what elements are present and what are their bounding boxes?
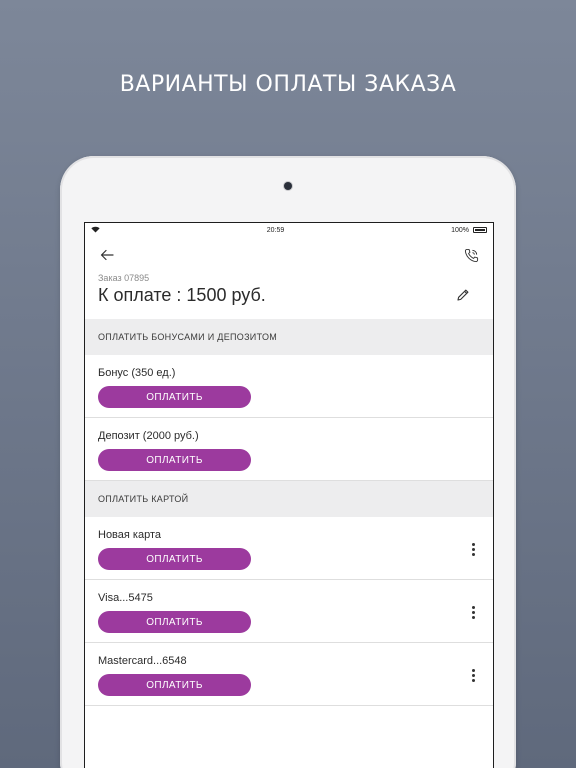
battery-percent: 100% [451,226,469,234]
pay-button[interactable]: ОПЛАТИТЬ [98,449,251,471]
phone-icon[interactable] [459,243,483,267]
order-header: Заказ 07895 К оплате : 1500 руб. [85,273,493,319]
section-header: ОПЛАТИТЬ БОНУСАМИ И ДЕПОЗИТОМ [85,319,493,355]
payment-option: Бонус (350 ед.) ОПЛАТИТЬ [85,355,493,418]
more-vertical-icon[interactable] [465,667,481,683]
pencil-icon[interactable] [451,283,475,307]
more-vertical-icon[interactable] [465,541,481,557]
status-time: 20:59 [266,226,285,234]
dot [471,552,475,556]
payment-option-label: Mastercard...6548 [98,655,187,667]
page-headline: ВАРИАНТЫ ОПЛАТЫ ЗАКАЗА [119,72,457,97]
dot [471,547,475,551]
dot [471,542,475,546]
battery-icon [473,227,487,233]
dot [471,605,475,609]
section-header: ОПЛАТИТЬ КАРТОЙ [85,481,493,517]
dot [471,610,475,614]
wifi-icon [91,226,100,235]
payment-sections: ОПЛАТИТЬ БОНУСАМИ И ДЕПОЗИТОМ Бонус (350 … [85,319,493,706]
payment-option-label: Новая карта [98,529,161,541]
payment-option: Visa...5475 ОПЛАТИТЬ [85,580,493,643]
payment-option-label: Visa...5475 [98,592,153,604]
dot [471,678,475,682]
more-vertical-icon[interactable] [465,604,481,620]
dot [471,673,475,677]
payment-option: Депозит (2000 руб.) ОПЛАТИТЬ [85,418,493,481]
pay-button[interactable]: ОПЛАТИТЬ [98,674,251,696]
payment-option: Mastercard...6548 ОПЛАТИТЬ [85,643,493,706]
payment-option-label: Бонус (350 ед.) [98,367,176,379]
camera-icon [284,182,292,190]
app-bar [85,237,493,273]
order-total: К оплате : 1500 руб. [98,285,266,305]
order-number: Заказ 07895 [98,273,150,283]
arrow-left-icon[interactable] [95,243,119,267]
pay-button[interactable]: ОПЛАТИТЬ [98,548,251,570]
payment-option-label: Депозит (2000 руб.) [98,430,199,442]
payment-option: Новая карта ОПЛАТИТЬ [85,517,493,580]
app-screen: 20:59 100% Заказ 07895 К оплате : 1500 р… [84,222,494,768]
status-bar: 20:59 100% [85,223,493,237]
dot [471,668,475,672]
dot [471,615,475,619]
pay-button[interactable]: ОПЛАТИТЬ [98,386,251,408]
pay-button[interactable]: ОПЛАТИТЬ [98,611,251,633]
tablet-frame: 20:59 100% Заказ 07895 К оплате : 1500 р… [60,156,516,768]
